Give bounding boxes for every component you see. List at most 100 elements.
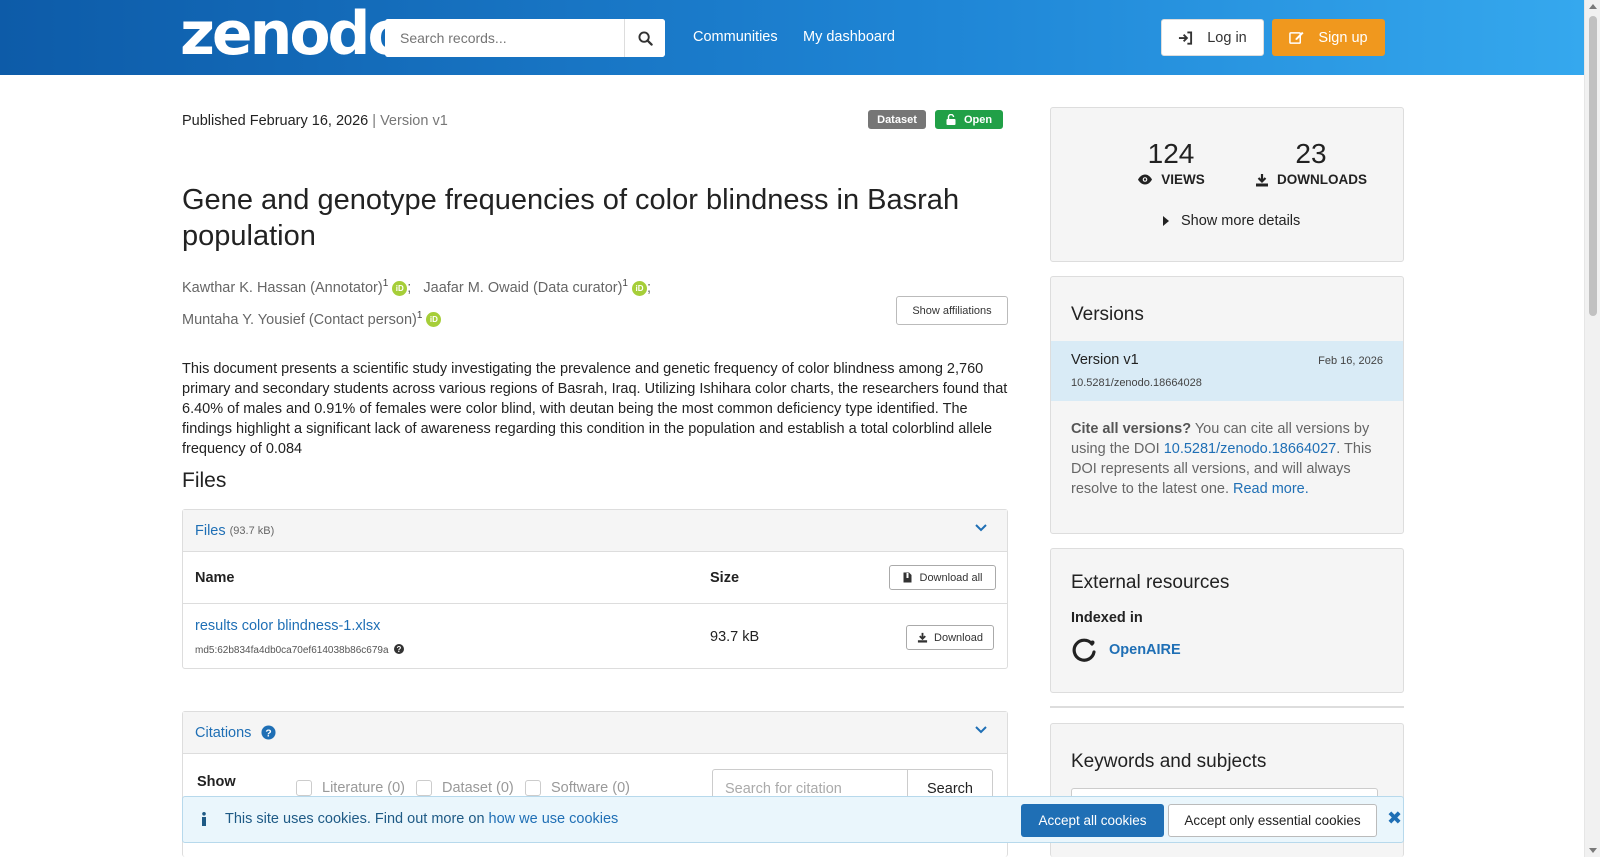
cite-bold: Cite all versions? (1071, 421, 1192, 437)
files-panel-title: Files (195, 522, 226, 539)
page-scrollbar[interactable] (1584, 0, 1600, 857)
read-more-link[interactable]: Read more. (1233, 481, 1309, 497)
filter-dataset[interactable]: Dataset (0) (416, 780, 514, 796)
download-all-button[interactable]: Download all (889, 565, 996, 590)
cookie-info: This site uses cookies. Find out more on… (201, 811, 618, 827)
version-item[interactable]: Version v1 Feb 16, 2026 10.5281/zenodo.1… (1051, 341, 1403, 401)
cookie-policy-link[interactable]: how we use cookies (489, 811, 619, 827)
concept-doi-link[interactable]: 10.5281/zenodo.18664027 (1164, 441, 1337, 457)
signup-button[interactable]: Sign up (1272, 19, 1385, 56)
sidebar-divider (1050, 706, 1404, 708)
edit-icon (1289, 31, 1304, 44)
record-description: This document presents a scientific stud… (182, 361, 1008, 457)
access-label: Open (963, 113, 993, 126)
orcid-icon[interactable]: iD (392, 280, 408, 296)
citations-panel-header[interactable]: Citations ? (183, 712, 1007, 754)
scroll-thumb[interactable] (1589, 16, 1597, 316)
downloads-label: DOWNLOADS (1277, 172, 1367, 187)
version-text: Version v1 (380, 113, 448, 129)
file-archive-icon (903, 572, 911, 583)
resource-type-label: Dataset (877, 113, 917, 126)
published-date: February 16, 2026 (249, 113, 369, 129)
creator-name[interactable]: Kawthar K. Hassan (Annotator) (182, 280, 383, 296)
sign-in-icon (1179, 30, 1193, 45)
files-panel-header[interactable]: Files (93.7 kB) (183, 510, 1007, 552)
search-input[interactable] (385, 19, 624, 57)
top-navbar: zenodo Communities My dashboard Log in S… (0, 0, 1584, 75)
accept-essential-cookies-button[interactable]: Accept only essential cookies (1168, 804, 1377, 837)
access-badge: Open (935, 110, 1003, 129)
filter-label: Dataset (0) (442, 780, 514, 796)
search-button[interactable] (624, 19, 665, 57)
resource-type-badge: Dataset (868, 110, 926, 129)
views-label: VIEWS (1161, 172, 1205, 187)
signup-label: Sign up (1318, 29, 1368, 46)
info-icon (202, 812, 206, 826)
creators-list: Kawthar K. Hassan (Annotator)1 iD; Jaafar… (182, 278, 652, 328)
cookie-banner: This site uses cookies. Find out more on… (182, 796, 1404, 843)
checkbox[interactable] (296, 780, 312, 796)
download-icon (1256, 173, 1268, 186)
version-doi: 10.5281/zenodo.18664028 (1071, 377, 1202, 389)
published-prefix: Published (182, 113, 246, 129)
file-link[interactable]: results color blindness-1.xlsx (195, 618, 380, 634)
eye-icon (1138, 174, 1153, 185)
files-panel: Files (93.7 kB) Name Size Download all r… (182, 509, 1008, 669)
checkbox[interactable] (525, 780, 541, 796)
external-resources-card: External resources Indexed in OpenAIRE (1050, 548, 1404, 693)
checkbox[interactable] (416, 780, 432, 796)
stats-card: 124 VIEWS 23 DOWNLOADS Show more details (1050, 107, 1404, 262)
creator-name[interactable]: Jaafar M. Owaid (Data curator) (423, 280, 622, 296)
record-title: Gene and genotype frequencies of color b… (182, 184, 960, 252)
publication-info: Published February 16, 2026 | Version v1 (182, 113, 448, 129)
chevron-down-icon[interactable] (975, 726, 987, 734)
scroll-up-arrow-icon[interactable] (1589, 4, 1597, 9)
affiliation-marker: 1 (622, 278, 628, 289)
creator-name[interactable]: Muntaha Y. Yousief (Contact person) (182, 312, 417, 328)
question-circle-icon[interactable]: ? (394, 644, 405, 654)
download-label: Download (934, 631, 983, 644)
orcid-icon[interactable]: iD (631, 280, 647, 296)
files-table-header: Name Size Download all (183, 552, 1007, 604)
nav-communities[interactable]: Communities (693, 29, 778, 45)
versions-title: Versions (1071, 304, 1144, 325)
affiliation-marker: 1 (416, 309, 423, 321)
downloads-count: 23 (1295, 138, 1327, 169)
show-label: Show (197, 774, 236, 790)
chevron-down-icon[interactable] (975, 524, 987, 532)
show-affiliations-button[interactable]: Show affiliations (896, 296, 1008, 325)
close-icon[interactable]: ✖ (1387, 808, 1402, 829)
views-stat: 124 VIEWS (1111, 138, 1231, 187)
citations-title: Citations (195, 724, 252, 741)
login-button[interactable]: Log in (1161, 19, 1264, 56)
indexed-in-label: Indexed in (1071, 610, 1143, 626)
orcid-icon[interactable]: iD (426, 312, 442, 328)
external-resources-title: External resources (1071, 572, 1230, 593)
openaire-label: OpenAIRE (1109, 642, 1181, 658)
openaire-link[interactable]: OpenAIRE (1071, 637, 1181, 663)
scroll-down-arrow-icon[interactable] (1589, 848, 1597, 853)
keywords-title: Keywords and subjects (1071, 751, 1267, 772)
filter-label: Software (0) (551, 780, 630, 796)
svg-text:?: ? (266, 728, 272, 739)
question-circle-icon[interactable]: ? (261, 725, 276, 740)
column-size: Size (710, 570, 740, 586)
accept-all-cookies-button[interactable]: Accept all cookies (1021, 804, 1164, 837)
versions-card: Versions Version v1 Feb 16, 2026 10.5281… (1050, 276, 1404, 534)
file-size: 93.7 kB (710, 629, 760, 645)
nav-my-dashboard[interactable]: My dashboard (803, 29, 895, 45)
version-date: Feb 16, 2026 (1318, 355, 1383, 367)
openaire-logo-icon (1072, 638, 1096, 662)
downloads-stat: 23 DOWNLOADS (1241, 138, 1381, 187)
files-heading: Files (182, 469, 227, 492)
show-more-details[interactable]: Show more details (1163, 213, 1300, 229)
filter-software[interactable]: Software (0) (525, 780, 630, 796)
version-name[interactable]: Version v1 (1071, 352, 1139, 368)
caret-right-icon (1163, 216, 1169, 226)
filter-literature[interactable]: Literature (0) (296, 780, 405, 796)
search-bar (385, 19, 665, 57)
views-count: 124 (1147, 138, 1195, 169)
zenodo-logo[interactable]: zenodo (180, 4, 409, 64)
column-name: Name (195, 570, 235, 586)
download-button[interactable]: Download (906, 625, 994, 650)
